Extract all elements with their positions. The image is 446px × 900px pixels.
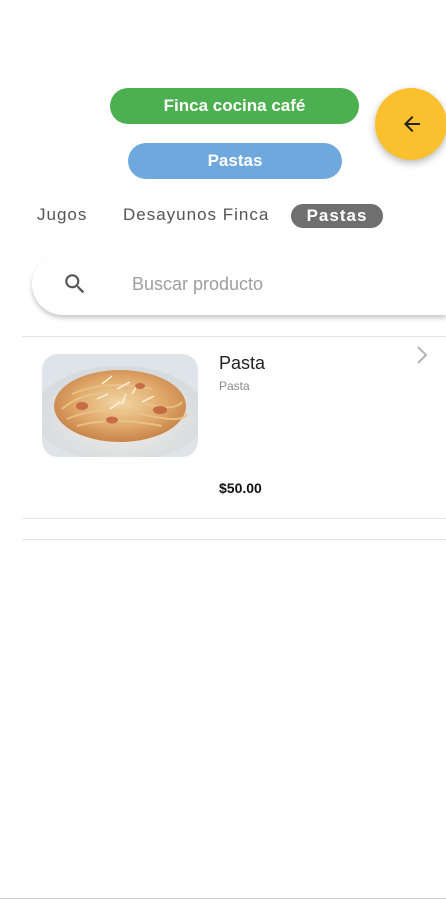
- pasta-dish-image: [42, 354, 198, 457]
- search-bar[interactable]: [32, 253, 446, 315]
- restaurant-name-pill[interactable]: Finca cocina café: [110, 88, 359, 124]
- divider: [22, 539, 446, 540]
- tab-desayunos-finca[interactable]: Desayunos Finca: [123, 203, 269, 227]
- search-icon[interactable]: [62, 271, 88, 297]
- app-screen: Finca cocina café Pastas Jugos Desayunos…: [0, 0, 446, 900]
- category-tabs: Jugos Desayunos Finca Pastas: [0, 200, 446, 230]
- search-input[interactable]: [132, 269, 412, 299]
- divider: [0, 898, 446, 899]
- chevron-right-icon[interactable]: [414, 345, 430, 365]
- category-title-pill[interactable]: Pastas: [128, 143, 342, 179]
- product-price: $50.00: [219, 480, 262, 496]
- tab-pastas[interactable]: Pastas: [291, 204, 383, 228]
- arrow-left-icon: [404, 116, 420, 132]
- product-image: [42, 354, 198, 457]
- product-description: Pasta: [219, 379, 250, 393]
- list-item[interactable]: Pasta Pasta $50.00: [22, 337, 446, 518]
- back-button[interactable]: [375, 88, 446, 160]
- tab-jugos[interactable]: Jugos: [37, 203, 87, 227]
- product-name: Pasta: [219, 353, 266, 373]
- divider: [22, 518, 446, 519]
